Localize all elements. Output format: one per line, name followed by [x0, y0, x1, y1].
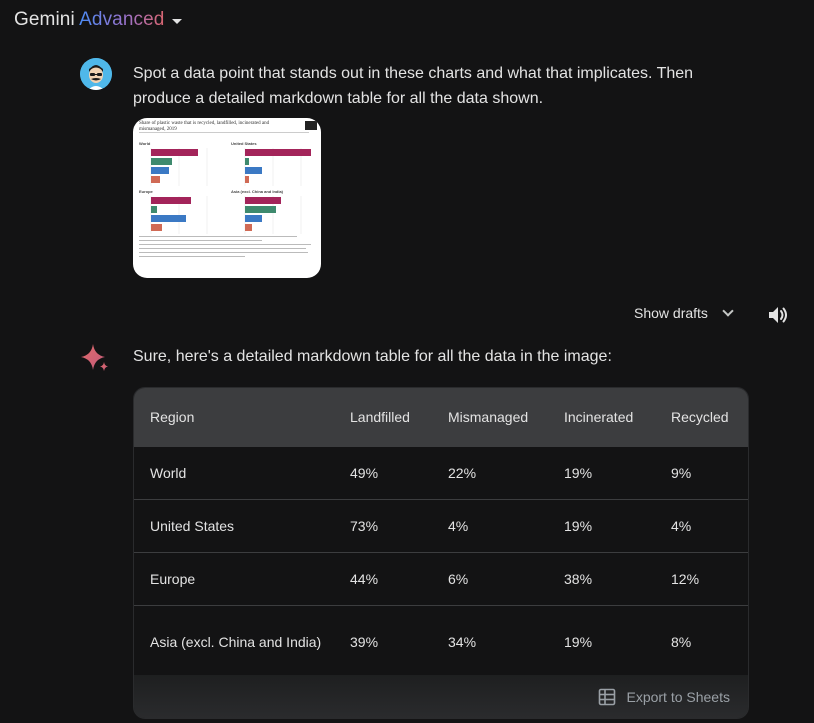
- attachment-panel-world: World: [139, 141, 151, 146]
- table-cell: Asia (excl. China and India): [134, 604, 334, 678]
- table-cell: 49%: [334, 445, 432, 499]
- table-row: United States 73% 4% 19% 4%: [134, 498, 748, 552]
- table-cell: World: [134, 445, 334, 499]
- model-switcher[interactable]: Gemini Advanced: [14, 8, 183, 32]
- gemini-sparkle-icon: [80, 343, 110, 373]
- attachment-panel-us: United States: [231, 141, 257, 146]
- attachment-panel-asia: Asia (excl. China and India): [231, 189, 284, 194]
- attached-chart-image[interactable]: Share of plastic waste that is recycled,…: [133, 118, 321, 278]
- attachment-footnotes: [139, 236, 315, 274]
- table-cell: 19%: [548, 445, 655, 499]
- sheets-icon: [599, 688, 616, 705]
- user-avatar[interactable]: [80, 58, 112, 90]
- table-cell: 9%: [655, 445, 748, 499]
- table-cell: 19%: [548, 498, 655, 552]
- chevron-down-icon: [722, 304, 734, 317]
- table-cell: 6%: [432, 551, 548, 605]
- caret-down-icon: [172, 18, 183, 24]
- table-row: Asia (excl. China and India) 39% 34% 19%…: [134, 604, 748, 678]
- table-row: World 49% 22% 19% 9%: [134, 445, 748, 499]
- table-cell: 34%: [432, 604, 548, 678]
- brand-title: Gemini Advanced: [14, 9, 165, 30]
- column-header-region: Region: [134, 388, 334, 446]
- speaker-icon[interactable]: [766, 304, 790, 326]
- column-header-recycled: Recycled: [655, 388, 748, 446]
- table-cell: 4%: [432, 498, 548, 552]
- column-header-mismanaged: Mismanaged: [432, 388, 548, 446]
- table-header-row: Region Landfilled Mismanaged Incinerated…: [134, 388, 748, 446]
- response-table-card: Region Landfilled Mismanaged Incinerated…: [133, 387, 749, 719]
- column-header-incinerated: Incinerated: [548, 388, 655, 446]
- table-cell: 19%: [548, 604, 655, 678]
- table-cell: 12%: [655, 551, 748, 605]
- show-drafts-button[interactable]: Show drafts: [634, 304, 734, 321]
- table-row: Europe 44% 6% 38% 12%: [134, 551, 748, 605]
- column-header-landfilled: Landfilled: [334, 388, 432, 446]
- table-cell: 38%: [548, 551, 655, 605]
- table-cell: 8%: [655, 604, 748, 678]
- table-footer: Export to Sheets: [134, 675, 748, 718]
- table-cell: 22%: [432, 445, 548, 499]
- table-cell: Europe: [134, 551, 334, 605]
- user-prompt-text: Spot a data point that stands out in the…: [133, 65, 694, 107]
- data-table: Region Landfilled Mismanaged Incinerated…: [134, 388, 748, 678]
- response-intro-text: Sure, here's a detailed markdown table f…: [133, 348, 612, 365]
- export-label: Export to Sheets: [626, 688, 730, 705]
- table-cell: United States: [134, 498, 334, 552]
- show-drafts-label: Show drafts: [634, 305, 708, 321]
- table-cell: 4%: [655, 498, 748, 552]
- table-cell: 73%: [334, 498, 432, 552]
- table-cell: 44%: [334, 551, 432, 605]
- export-to-sheets-button[interactable]: Export to Sheets: [598, 688, 730, 706]
- attachment-panel-europe: Europe: [139, 189, 153, 194]
- table-cell: 39%: [334, 604, 432, 678]
